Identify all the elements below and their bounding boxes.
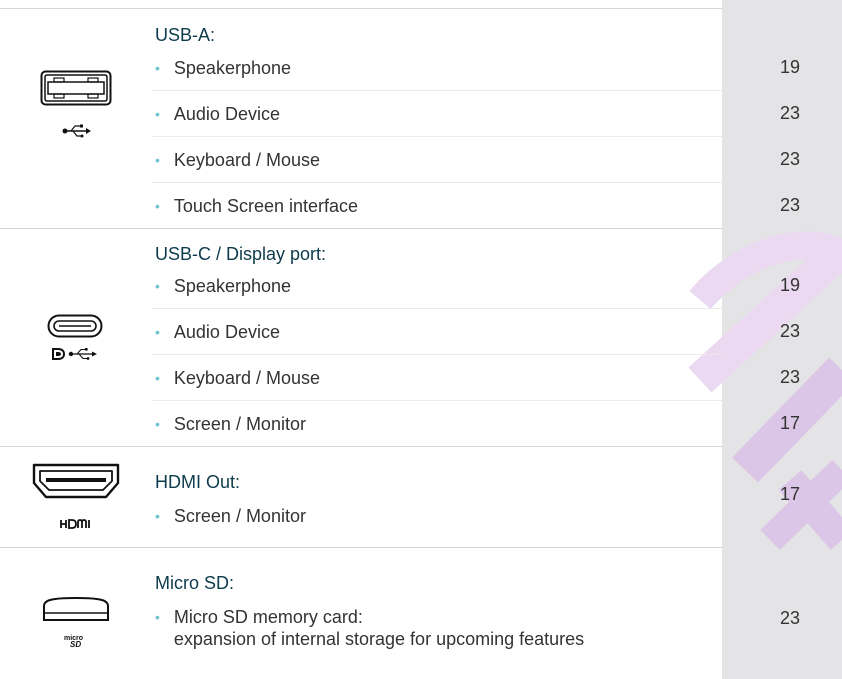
bullet-icon: •: [155, 106, 160, 122]
row-divider: [152, 400, 722, 401]
list-item: • Screen / Monitor: [155, 505, 306, 527]
bullet-icon: •: [155, 609, 160, 625]
micro-sd-slot-icon: [43, 596, 109, 621]
watermark-graphic: [688, 231, 842, 551]
page-number: 23: [779, 195, 801, 215]
page-number: 23: [779, 608, 801, 628]
item-label: Speakerphone: [173, 58, 292, 78]
micro-sd-logo-icon: micro SD: [64, 635, 83, 648]
row-divider: [152, 182, 722, 183]
item-label: Keyboard / Mouse: [173, 150, 320, 170]
displayport-usb-symbol-icon: [52, 348, 97, 360]
page-number: 17: [779, 413, 801, 433]
item-label: Speakerphone: [173, 276, 292, 296]
list-item: • Touch Screen interface: [155, 195, 358, 217]
bullet-icon: •: [155, 370, 160, 386]
item-label-line2: expansion of internal storage for upcomi…: [173, 629, 585, 649]
list-item: • Audio Device: [155, 103, 280, 125]
list-item: • Screen / Monitor: [155, 413, 306, 435]
bullet-icon: •: [155, 60, 160, 76]
bullet-icon: •: [155, 416, 160, 432]
page-number: 23: [779, 321, 801, 341]
item-label: Keyboard / Mouse: [173, 368, 320, 388]
section-divider: [0, 547, 722, 548]
top-divider: [0, 8, 722, 9]
list-item: • Keyboard / Mouse: [155, 149, 320, 171]
bullet-icon: •: [155, 278, 160, 294]
item-label: Screen / Monitor: [173, 506, 306, 526]
row-divider: [152, 136, 722, 137]
page-number: 19: [779, 57, 801, 77]
section-divider: [0, 446, 722, 447]
page-number: 17: [779, 484, 801, 504]
hdmi-port-icon: [32, 463, 120, 499]
page-number: 23: [779, 149, 801, 169]
page-number: 23: [779, 367, 801, 387]
row-divider: [152, 308, 722, 309]
svg-text:SD: SD: [70, 640, 81, 648]
item-label: Audio Device: [173, 322, 280, 342]
item-label: Touch Screen interface: [173, 196, 359, 216]
section-divider: [0, 228, 722, 229]
row-divider: [152, 90, 722, 91]
row-divider: [152, 354, 722, 355]
item-label-line1: Micro SD memory card:: [173, 607, 363, 627]
bullet-icon: •: [155, 152, 160, 168]
page-number: 19: [779, 275, 801, 295]
usb-a-port-icon: [40, 70, 112, 106]
list-item: • Speakerphone: [155, 275, 291, 297]
hdmi-logo-icon: [60, 519, 90, 529]
list-item: • Speakerphone: [155, 57, 291, 79]
section-title-usb-c: USB-C / Display port:: [155, 244, 327, 264]
section-title-usb-a: USB-A:: [155, 25, 216, 45]
bullet-icon: •: [155, 198, 160, 214]
bullet-icon: •: [155, 324, 160, 340]
list-item: • Micro SD memory card: expansion of inter…: [155, 606, 584, 650]
usb-symbol-icon: [62, 124, 91, 138]
list-item: • Audio Device: [155, 321, 280, 343]
item-label: Audio Device: [173, 104, 280, 124]
bullet-icon: •: [155, 508, 160, 524]
usb-c-port-icon: [47, 314, 103, 338]
page-number: 23: [779, 103, 801, 123]
list-item: • Keyboard / Mouse: [155, 367, 320, 389]
item-label: Micro SD memory card: expansion of intern…: [174, 606, 584, 650]
section-title-micro-sd: Micro SD:: [155, 573, 235, 593]
item-label: Screen / Monitor: [173, 414, 306, 434]
section-title-hdmi: HDMI Out:: [155, 472, 241, 492]
